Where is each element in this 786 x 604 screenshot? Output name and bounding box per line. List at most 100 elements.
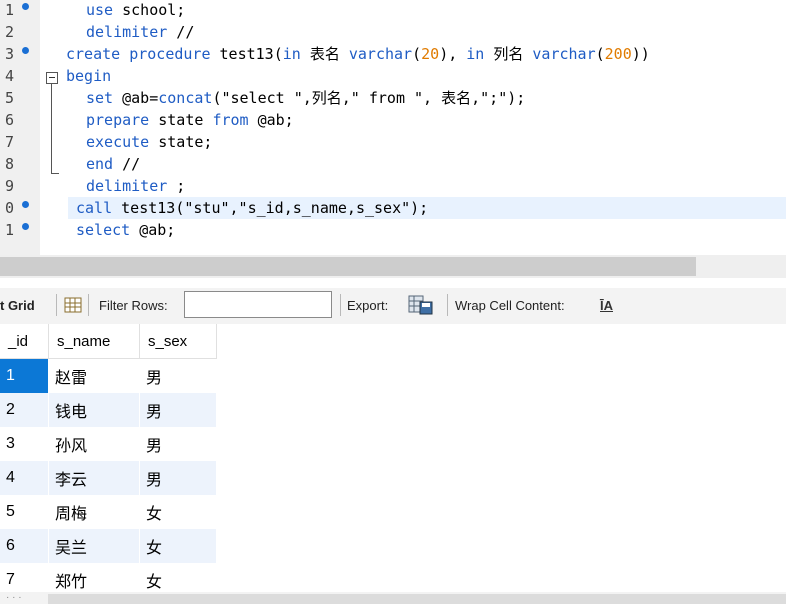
toolbar-separator (88, 294, 89, 316)
table-cell[interactable]: 5 (0, 495, 49, 529)
table-row[interactable]: 2 钱电男 (0, 393, 217, 427)
code-line[interactable]: 7 execute state; (0, 131, 786, 153)
grid-horizontal-scrollbar[interactable]: · · · (0, 592, 786, 604)
column-header[interactable]: s_name (48, 324, 140, 359)
table-cell[interactable]: 女 (139, 495, 217, 529)
table-cell[interactable]: 1 (0, 358, 49, 393)
grid-layout-icon[interactable] (64, 296, 82, 317)
code-token: ( (412, 45, 422, 63)
filter-rows-label: Filter Rows: (99, 298, 168, 313)
code-text: delimiter ; (86, 175, 185, 197)
line-number: 8 (4, 155, 14, 173)
table-cell[interactable]: 男 (139, 393, 217, 427)
code-token: end (86, 155, 114, 173)
table-cell[interactable]: 男 (139, 461, 217, 495)
code-line[interactable]: 6 prepare state from @ab; (0, 109, 786, 131)
table-cell[interactable]: 吴兰 (48, 529, 140, 563)
line-number: 1 (4, 221, 14, 239)
line-number: 7 (4, 133, 14, 151)
code-line[interactable]: 1 select @ab; (0, 219, 786, 241)
table-row[interactable]: 4 李云男 (0, 461, 217, 495)
code-token: delimiter (86, 177, 168, 195)
wrap-cell-content-label: Wrap Cell Content: (455, 298, 565, 313)
fold-guide (51, 83, 52, 173)
line-number: 1 (4, 1, 14, 19)
table-cell[interactable]: 4 (0, 461, 49, 495)
table-cell[interactable]: 孙风 (48, 427, 140, 461)
code-token: delimiter (86, 23, 168, 41)
code-token: // (167, 23, 195, 41)
export-icon[interactable] (408, 294, 434, 319)
code-token: test13( (210, 45, 283, 63)
code-text: delimiter // (86, 21, 194, 43)
table-cell[interactable]: 周梅 (48, 495, 140, 529)
code-text: begin (66, 65, 111, 87)
code-token: )) (631, 45, 650, 63)
fold-toggle-icon[interactable] (46, 72, 58, 84)
result-toolbar: t Grid Filter Rows: Export: Wrap Cell Co… (0, 288, 786, 324)
code-token: varchar (532, 45, 596, 63)
code-line[interactable]: 2 delimiter // (0, 21, 786, 43)
line-number: 4 (4, 67, 14, 85)
toolbar-separator (340, 294, 341, 316)
code-text: call test13("stu","s_id,s_name,s_sex"); (76, 197, 428, 219)
code-text: execute state; (86, 131, 212, 153)
table-cell[interactable]: 赵雷 (48, 358, 140, 393)
code-line[interactable]: 9 delimiter ; (0, 175, 786, 197)
code-text: set @ab=concat("select ",列名," from ", 表名… (86, 87, 525, 109)
table-cell[interactable]: 2 (0, 393, 49, 427)
code-token: select (76, 221, 131, 239)
table-row[interactable]: 5 周梅女 (0, 495, 217, 529)
code-token: @ab= (113, 89, 159, 107)
scrollbar-thumb[interactable] (48, 594, 786, 604)
column-header[interactable]: s_sex (139, 324, 217, 359)
code-token: 表名 (300, 45, 349, 63)
code-token: concat (158, 89, 213, 107)
code-line[interactable]: 8 end // (0, 153, 786, 175)
code-token: 20 (421, 45, 440, 63)
table-cell[interactable]: 男 (139, 427, 217, 461)
editor-horizontal-scrollbar[interactable] (0, 255, 786, 278)
code-token: 200 (604, 45, 632, 63)
code-line[interactable]: 1 use school; (0, 0, 786, 21)
scrollbar-thumb[interactable] (0, 257, 696, 276)
table-cell[interactable]: 6 (0, 529, 49, 563)
code-line[interactable]: 3 create procedure test13(in 表名 varchar(2… (0, 43, 786, 65)
table-cell[interactable]: 李云 (48, 461, 140, 495)
wrap-text-icon[interactable]: ĪA (600, 298, 613, 313)
code-text: use school; (86, 0, 185, 21)
result-grid[interactable]: _id s_name s_sex 1 赵雷男 2 钱电男 3 孙风男 4 李云男 5 周梅女 6 吴兰女 7… (0, 324, 217, 597)
code-token: prepare (86, 111, 150, 129)
table-row[interactable]: 6 吴兰女 (0, 529, 217, 563)
code-text: end // (86, 153, 140, 175)
filter-rows-input[interactable] (184, 291, 332, 318)
code-token: set (86, 89, 114, 107)
code-token: call (76, 199, 113, 217)
column-header[interactable]: _id (0, 324, 49, 359)
code-line[interactable]: 0 call test13("stu","s_id,s_name,s_sex"); (0, 197, 786, 219)
sql-editor[interactable]: 1 use school; 2 delimiter // 3 create procedu… (0, 0, 786, 255)
code-text: create procedure test13(in 表名 varchar(20… (66, 43, 650, 65)
table-row[interactable]: 1 赵雷男 (0, 358, 217, 393)
code-token: state; (149, 133, 213, 151)
scrollbar-grip: · · · (6, 592, 22, 603)
code-line[interactable]: 4 begin (0, 65, 786, 87)
code-text: prepare state from @ab; (86, 109, 294, 131)
code-token: from (212, 111, 249, 129)
code-token: use (86, 1, 114, 19)
code-token: ; (167, 177, 186, 195)
code-token: @ab; (130, 221, 176, 239)
table-cell[interactable]: 钱电 (48, 393, 140, 427)
code-line[interactable]: 5 set @ab=concat("select ",列名," from ", 表… (0, 87, 786, 109)
table-cell[interactable]: 3 (0, 427, 49, 461)
result-grid-tab[interactable]: t Grid (0, 298, 35, 313)
code-token: ), (439, 45, 467, 63)
code-token: begin (66, 67, 112, 85)
code-token: test13("stu","s_id,s_name,s_sex"); (112, 199, 429, 217)
table-cell[interactable]: 女 (139, 529, 217, 563)
code-token: // (113, 155, 141, 173)
code-token: create procedure (66, 45, 211, 63)
table-cell[interactable]: 男 (139, 358, 217, 393)
line-number: 5 (4, 89, 14, 107)
table-row[interactable]: 3 孙风男 (0, 427, 217, 461)
